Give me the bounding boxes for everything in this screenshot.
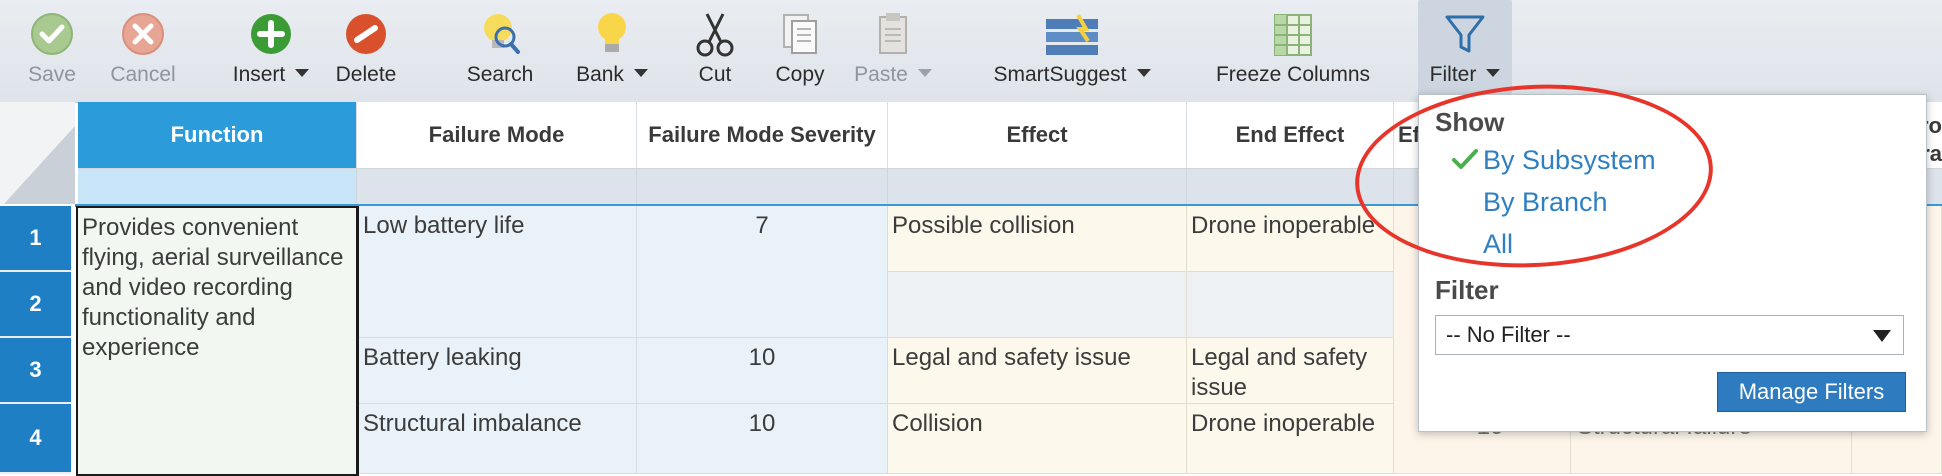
failure-mode-cell[interactable]: Low battery life xyxy=(359,206,637,338)
insert-label: Insert xyxy=(232,63,286,86)
column-header-effect[interactable]: Effect xyxy=(888,102,1187,168)
failure-mode-cell[interactable]: Battery leaking xyxy=(359,338,637,404)
end-effect-cell[interactable]: Legal and safety issue xyxy=(1187,338,1394,404)
filter-cell-end-effect[interactable] xyxy=(1187,168,1394,205)
column-header-failure-mode[interactable]: Failure Mode xyxy=(357,102,637,168)
effect-cell[interactable]: Legal and safety issue xyxy=(888,338,1187,404)
severity-cell[interactable]: 10 xyxy=(637,338,888,404)
cancel-x-icon xyxy=(119,10,167,58)
row-number[interactable]: 3 xyxy=(0,338,71,404)
column-header-end-effect[interactable]: End Effect xyxy=(1187,102,1394,168)
show-all-option[interactable]: All xyxy=(1483,229,1513,260)
toolbar: Save Cancel Insert Delete Search Bank Cu… xyxy=(0,0,1942,103)
freeze-columns-label: Freeze Columns xyxy=(1215,63,1371,86)
show-by-subsystem-option[interactable]: By Subsystem xyxy=(1483,145,1656,176)
effect-cell[interactable]: Collision xyxy=(888,404,1187,474)
failure-mode-cell[interactable]: Structural imbalance xyxy=(359,404,637,474)
severity-cell[interactable]: 7 xyxy=(637,206,888,338)
checkmark-icon xyxy=(1451,147,1479,176)
select-all-corner[interactable] xyxy=(0,102,75,204)
chevron-down-icon xyxy=(1136,69,1151,78)
bank-button[interactable]: Bank xyxy=(563,0,661,100)
minus-icon xyxy=(342,10,390,58)
lightbulb-icon xyxy=(588,10,636,58)
filter-heading: Filter xyxy=(1435,275,1499,305)
plus-icon xyxy=(247,10,295,58)
search-bulb-icon xyxy=(476,10,524,58)
row-number[interactable]: 4 xyxy=(0,404,71,474)
filter-dropdown-menu: Show By Subsystem By Branch All Filter -… xyxy=(1418,94,1927,432)
smartsuggest-label: SmartSuggest xyxy=(993,63,1127,86)
filter-button[interactable]: Filter xyxy=(1418,0,1512,100)
cut-label: Cut xyxy=(698,63,732,86)
filter-select[interactable]: -- No Filter -- xyxy=(1435,315,1904,355)
column-header-failure-mode-severity[interactable]: Failure Mode Severity xyxy=(637,102,888,168)
manage-filters-button[interactable]: Manage Filters xyxy=(1717,372,1906,412)
chevron-down-icon xyxy=(917,69,932,78)
filter-cell-failure-mode[interactable] xyxy=(357,168,637,205)
save-check-icon xyxy=(28,10,76,58)
scissors-icon xyxy=(691,10,739,58)
row-number[interactable]: 2 xyxy=(0,272,71,338)
chevron-down-icon xyxy=(1873,330,1891,342)
show-heading: Show xyxy=(1435,107,1505,137)
filter-cell-severity[interactable] xyxy=(637,168,888,205)
copy-icon xyxy=(776,10,824,58)
cancel-button[interactable]: Cancel xyxy=(102,0,184,100)
cancel-label: Cancel xyxy=(110,63,176,86)
search-button[interactable]: Search xyxy=(460,0,540,100)
copy-button[interactable]: Copy xyxy=(770,0,830,100)
bank-label: Bank xyxy=(576,63,624,86)
show-by-branch-option[interactable]: By Branch xyxy=(1483,187,1608,218)
end-effect-cell[interactable]: Drone inoperable xyxy=(1187,206,1394,272)
smartsuggest-icon xyxy=(1037,10,1107,58)
row-number[interactable]: 1 xyxy=(0,206,71,272)
insert-button[interactable]: Insert xyxy=(225,0,317,100)
filter-cell-function[interactable] xyxy=(78,168,357,205)
delete-button[interactable]: Delete xyxy=(326,0,406,100)
search-label: Search xyxy=(466,63,534,86)
funnel-icon xyxy=(1441,10,1489,58)
column-header-function[interactable]: Function xyxy=(78,102,357,168)
filter-cell-effect[interactable] xyxy=(888,168,1187,205)
end-effect-cell-empty[interactable] xyxy=(1187,272,1394,338)
paste-label: Paste xyxy=(854,63,908,86)
effect-cell-empty[interactable] xyxy=(888,272,1187,338)
smartsuggest-button[interactable]: SmartSuggest xyxy=(988,0,1156,100)
function-cell[interactable]: Provides convenient flying, aerial surve… xyxy=(76,206,359,476)
effect-cell[interactable]: Possible collision xyxy=(888,206,1187,272)
paste-clipboard-icon xyxy=(869,10,917,58)
delete-label: Delete xyxy=(335,63,397,86)
save-button[interactable]: Save xyxy=(12,0,92,100)
chevron-down-icon xyxy=(1486,69,1501,78)
severity-cell[interactable]: 10 xyxy=(637,404,888,474)
chevron-down-icon xyxy=(295,69,310,78)
filter-select-value: -- No Filter -- xyxy=(1446,322,1571,347)
filter-label: Filter xyxy=(1429,63,1477,86)
save-label: Save xyxy=(28,63,76,86)
paste-button[interactable]: Paste xyxy=(850,0,936,100)
freeze-columns-button[interactable]: Freeze Columns xyxy=(1213,0,1373,100)
end-effect-cell[interactable]: Drone inoperable xyxy=(1187,404,1394,474)
copy-label: Copy xyxy=(775,63,825,86)
chevron-down-icon xyxy=(633,69,648,78)
freeze-columns-icon xyxy=(1269,10,1317,58)
cut-button[interactable]: Cut xyxy=(687,0,743,100)
